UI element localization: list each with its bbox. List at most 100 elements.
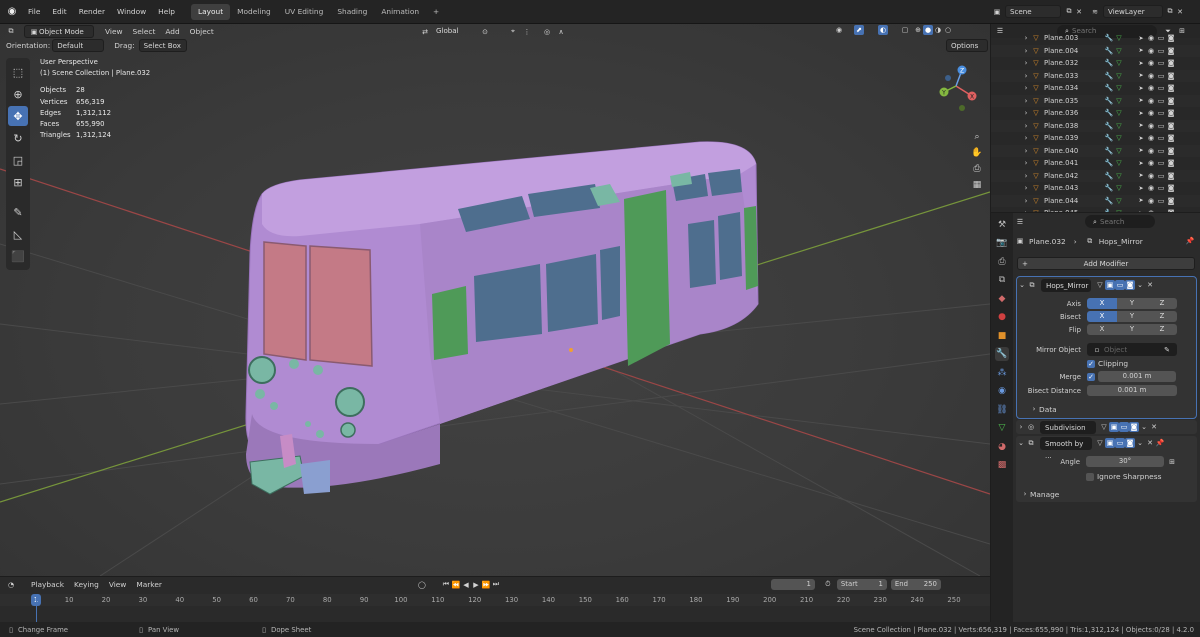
selectable-icon[interactable]: ➤ — [1136, 71, 1146, 81]
visibility-eye-icon[interactable]: ◉ — [1146, 133, 1156, 143]
scene-tab-icon[interactable]: ◆ — [995, 292, 1009, 306]
edit-cage-icon[interactable]: ▽ — [1095, 280, 1105, 290]
visibility-eye-icon[interactable]: ◉ — [1146, 83, 1156, 93]
outliner-item[interactable]: ›▽Plane.045🔧▽➤◉▭◙ — [991, 207, 1200, 212]
pivot-icon[interactable]: ⊙ — [480, 27, 490, 37]
prev-keyframe-icon[interactable]: ⏪ — [451, 580, 461, 590]
viewport-disable-icon[interactable]: ▭ — [1156, 46, 1166, 56]
bisect-distance-field[interactable]: 0.001 m — [1087, 385, 1177, 396]
properties-editor-icon[interactable]: ☰ — [1015, 217, 1025, 227]
viewport-disable-icon[interactable]: ▭ — [1156, 196, 1166, 206]
bisect-y-toggle[interactable]: Y — [1117, 311, 1147, 322]
expand-chevron-icon[interactable]: › — [1021, 183, 1031, 193]
edit-cage-icon[interactable]: ▽ — [1099, 422, 1109, 432]
viewport-disable-icon[interactable]: ▭ — [1156, 71, 1166, 81]
pin-icon[interactable]: 📌 — [1155, 438, 1165, 448]
transform-orientation-selector[interactable]: Global — [432, 25, 476, 38]
solid-shading-icon[interactable]: ● — [923, 25, 933, 35]
viewport-disable-icon[interactable]: ▭ — [1156, 83, 1166, 93]
flip-x-toggle[interactable]: X — [1087, 324, 1117, 335]
rendered-shading-icon[interactable]: ○ — [943, 25, 953, 35]
expand-chevron-icon[interactable]: › — [1021, 146, 1031, 156]
render-disable-icon[interactable]: ◙ — [1166, 133, 1176, 143]
options-button[interactable]: Options — [946, 39, 988, 52]
blender-logo-icon[interactable]: ◉ — [6, 6, 18, 17]
cursor-tool-icon[interactable]: ⊕ — [8, 84, 28, 104]
selectable-icon[interactable]: ➤ — [1136, 171, 1146, 181]
visibility-eye-icon[interactable]: ◉ — [1146, 108, 1156, 118]
tab-layout[interactable]: Layout — [191, 4, 231, 20]
add-cube-tool-icon[interactable]: ⬛ — [8, 246, 28, 266]
render-icon[interactable]: ◙ — [1125, 280, 1135, 290]
keyframe-area[interactable] — [0, 606, 990, 622]
record-icon[interactable]: ◯ — [417, 580, 427, 590]
expand-chevron-icon[interactable]: › — [1016, 422, 1026, 432]
ignore-sharpness-checkbox[interactable] — [1086, 472, 1094, 481]
visibility-eye-icon[interactable]: ◉ — [1146, 121, 1156, 131]
visibility-eye-icon[interactable]: ◉ — [1146, 33, 1156, 43]
selectable-icon[interactable]: ➤ — [1136, 33, 1146, 43]
outliner-item[interactable]: › ▽ Plane.043 🔧 ▽ ➤ ◉ ▭ ◙ — [991, 182, 1200, 195]
outliner-item[interactable]: › ▽ Plane.034 🔧 ▽ ➤ ◉ ▭ ◙ — [991, 82, 1200, 95]
timeline-menu-keying[interactable]: Keying — [69, 577, 104, 592]
viewport-disable-icon[interactable]: ▭ — [1156, 133, 1166, 143]
properties-search[interactable]: ⌕ Search — [1085, 215, 1155, 228]
drag-selector[interactable]: Select Box — [138, 39, 187, 52]
camera-view-icon[interactable]: ⎙ — [970, 162, 984, 176]
selectable-icon[interactable]: ➤ — [1136, 121, 1146, 131]
expand-chevron-icon[interactable]: › — [1021, 83, 1031, 93]
mirror-object-field[interactable]: ▫ Object ✎ — [1087, 343, 1177, 356]
next-keyframe-icon[interactable]: ⏩ — [481, 580, 491, 590]
bisect-z-toggle[interactable]: Z — [1147, 311, 1177, 322]
expand-chevron-icon[interactable]: › — [1021, 196, 1031, 206]
view-layer-tab-icon[interactable]: ⧉ — [995, 273, 1009, 287]
expand-chevron-icon[interactable]: › — [1021, 33, 1031, 43]
selectable-icon[interactable]: ➤ — [1136, 108, 1146, 118]
expand-chevron-icon[interactable]: › — [1021, 158, 1031, 168]
dropdown-chevron-icon[interactable]: ⌄ — [1135, 438, 1145, 448]
move-tool-icon[interactable]: ✥ — [8, 106, 28, 126]
expand-chevron-icon[interactable]: › — [1021, 58, 1031, 68]
expand-chevron-icon[interactable]: › — [1021, 108, 1031, 118]
measure-tool-icon[interactable]: ◺ — [8, 224, 28, 244]
outliner-item[interactable]: › ▽ Plane.035 🔧 ▽ ➤ ◉ ▭ ◙ — [991, 94, 1200, 107]
visibility-eye-icon[interactable]: ◉ — [1146, 46, 1156, 56]
preview-range-icon[interactable]: ⏱ — [823, 580, 833, 590]
object-tab-icon[interactable]: ■ — [995, 329, 1009, 343]
dropdown-chevron-icon[interactable]: ⌄ — [1139, 422, 1149, 432]
merge-distance-field[interactable]: 0.001 m — [1098, 371, 1176, 382]
timeline-menu-view[interactable]: View — [104, 577, 132, 592]
outliner-item[interactable]: › ▽ Plane.042 🔧 ▽ ➤ ◉ ▭ ◙ — [991, 169, 1200, 182]
play-reverse-icon[interactable]: ◀ — [461, 580, 471, 590]
timeline-editor-icon[interactable]: ◔ — [6, 580, 16, 590]
menu-edit[interactable]: Edit — [46, 0, 72, 24]
render-disable-icon[interactable]: ◙ — [1166, 196, 1176, 206]
pan-hand-icon[interactable]: ✋ — [970, 146, 984, 160]
visibility-eye-icon[interactable]: ◉ — [1146, 71, 1156, 81]
copy-icon[interactable]: ⧉ — [1165, 7, 1175, 17]
selectable-icon[interactable]: ➤ — [1136, 58, 1146, 68]
axis-x-toggle[interactable]: X — [1087, 298, 1117, 309]
outliner-item[interactable]: › ▽ Plane.044 🔧 ▽ ➤ ◉ ▭ ◙ — [991, 194, 1200, 207]
select-box-tool-icon[interactable]: ⬚ — [8, 62, 28, 82]
visibility-eye-icon[interactable]: ◉ — [1146, 183, 1156, 193]
visibility-eye-icon[interactable]: ◉ — [1146, 58, 1156, 68]
subdivision-name-field[interactable]: Subdivision — [1040, 420, 1096, 434]
orientation-selector[interactable]: Default — [52, 39, 105, 52]
scale-tool-icon[interactable]: ◲ — [8, 150, 28, 170]
close-icon[interactable]: ✕ — [1149, 422, 1159, 432]
render-disable-icon[interactable]: ◙ — [1166, 121, 1176, 131]
mode-selector[interactable]: ▣ Object Mode — [24, 25, 94, 38]
close-icon[interactable]: ✕ — [1145, 438, 1155, 448]
viewport-disable-icon[interactable]: ▭ — [1156, 108, 1166, 118]
tool-tab-icon[interactable]: ⚒ — [995, 218, 1009, 232]
smooth-name-field[interactable]: Smooth by ... — [1040, 436, 1092, 460]
outliner-item[interactable]: › ▽ Plane.003 🔧 ▽ ➤ ◉ ▭ ◙ — [991, 32, 1200, 45]
selectable-icon[interactable]: ➤ — [1136, 196, 1146, 206]
viewport-menu-view[interactable]: View — [100, 25, 128, 38]
jump-start-icon[interactable]: ⏮ — [441, 580, 451, 590]
viewport-disable-icon[interactable]: ▭ — [1156, 121, 1166, 131]
outliner-item[interactable]: › ▽ Plane.038 🔧 ▽ ➤ ◉ ▭ ◙ — [991, 119, 1200, 132]
viewport-disable-icon[interactable]: ▭ — [1156, 58, 1166, 68]
physics-tab-icon[interactable]: ◉ — [995, 384, 1009, 398]
